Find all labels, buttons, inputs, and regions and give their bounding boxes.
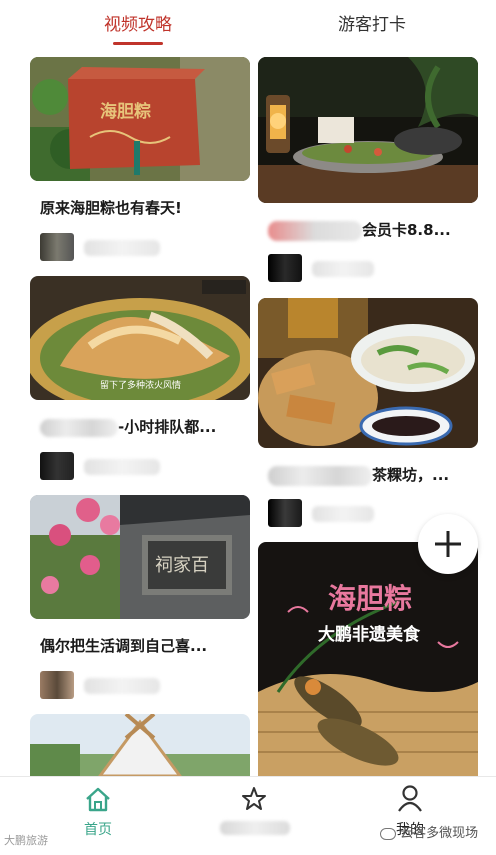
card-title: -小时排队都...	[40, 416, 216, 437]
avatar	[40, 452, 74, 480]
hall-sign-text: 祠家百	[155, 555, 209, 576]
author-name-blurred	[312, 506, 374, 522]
box-title-text: 海胆粽	[100, 101, 151, 122]
plus-icon	[435, 531, 461, 557]
nav-favorites-label-blurred	[220, 821, 290, 835]
card-title: 偶尔把生活调到自己喜...	[40, 637, 208, 655]
title-blurred	[40, 418, 118, 437]
video-caption-text: 留下了多种浓火风情	[100, 379, 181, 391]
watermark-right-text: 云客多微现场	[400, 826, 479, 841]
card-title-text: -小时排队都...	[118, 418, 217, 436]
feed-card[interactable]: 留下了多种浓火风情 -小时排队都...	[30, 276, 250, 486]
feed-card[interactable]	[30, 714, 250, 776]
wechat-icon	[380, 827, 396, 840]
sea-urchin-zongzi-image: 海胆粽 大鹏非遗美食	[258, 542, 478, 776]
person-icon	[398, 785, 422, 812]
poster-subtitle-text: 大鹏非遗美食	[318, 624, 421, 645]
ancestral-hall-image: 祠家百	[30, 495, 250, 619]
card-image	[258, 57, 478, 203]
card-title-text: 茶粿坊，...	[372, 466, 450, 484]
home-icon	[86, 787, 110, 812]
tea-snack-image	[258, 298, 478, 448]
author-name-blurred	[84, 459, 160, 475]
feed-card[interactable]: 海胆粽 大鹏非遗美食	[258, 542, 478, 776]
poster-title-text: 海胆粽	[328, 582, 412, 615]
nav-home-label: 首页	[84, 822, 112, 838]
avatar	[268, 254, 302, 282]
title-blurred	[268, 465, 372, 486]
bottom-nav: 首页 我的	[0, 776, 496, 855]
watermark-right: 云客多微现场	[380, 822, 478, 841]
feed-card[interactable]: 海胆粽 原来海胆粽也有春天!	[30, 57, 250, 267]
watermark-left: 大鹏旅游	[4, 834, 48, 847]
author-name-blurred	[312, 261, 374, 277]
star-icon	[242, 787, 266, 810]
card-title: 原来海胆粽也有春天!	[40, 199, 182, 217]
card-image: 海胆粽 大鹏非遗美食	[258, 542, 478, 776]
feed-card[interactable]: 祠家百 偶尔把生活调到自己喜...	[30, 495, 250, 705]
card-image	[30, 714, 250, 776]
card-title-text: 会员卡8.8...	[362, 221, 451, 239]
tab-video-guide[interactable]: 视频攻略	[104, 10, 172, 35]
author-name-blurred	[84, 240, 160, 256]
tent-image	[30, 714, 250, 776]
add-post-button[interactable]	[418, 514, 478, 574]
card-image: 海胆粽	[30, 57, 250, 181]
grilled-food-image: 留下了多种浓火风情	[30, 276, 250, 400]
card-image: 留下了多种浓火风情	[30, 276, 250, 400]
avatar	[268, 499, 302, 527]
zongzi-box-image: 海胆粽	[30, 57, 250, 181]
feed-card[interactable]: 茶粿坊，...	[258, 298, 478, 530]
avatar	[40, 233, 74, 261]
top-tabs: 视频攻略 游客打卡	[0, 0, 496, 46]
active-tab-indicator	[113, 42, 163, 45]
card-title: 会员卡8.8...	[268, 219, 451, 241]
night-bbq-image	[258, 57, 478, 203]
card-image	[258, 298, 478, 448]
title-blurred	[268, 220, 362, 241]
tab-visitor-checkin[interactable]: 游客打卡	[338, 10, 406, 35]
avatar	[40, 671, 74, 699]
author-name-blurred	[84, 678, 160, 694]
nav-profile[interactable]: 我的	[360, 777, 460, 855]
nav-favorites[interactable]	[204, 777, 304, 855]
card-title: 茶粿坊，...	[268, 464, 449, 486]
nav-home[interactable]: 首页	[48, 777, 148, 855]
card-image: 祠家百	[30, 495, 250, 619]
feed-card[interactable]: 会员卡8.8...	[258, 57, 478, 289]
